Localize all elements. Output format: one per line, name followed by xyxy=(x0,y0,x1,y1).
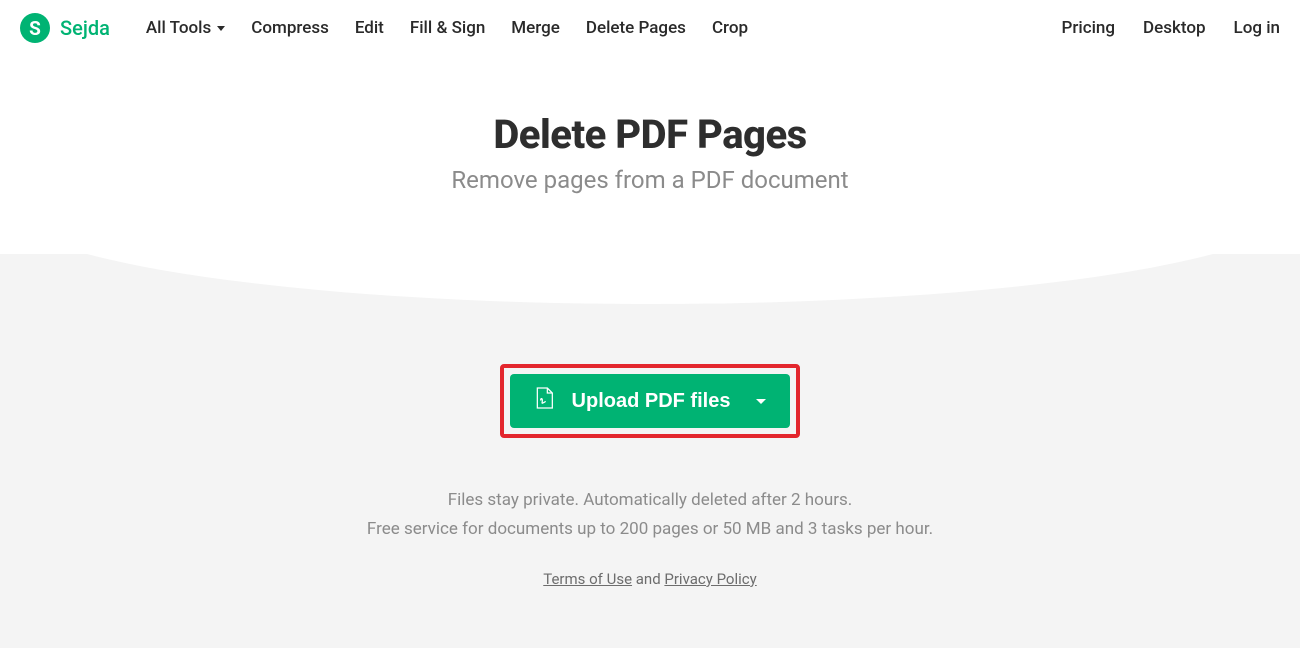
privacy-policy-link[interactable]: Privacy Policy xyxy=(664,570,756,588)
nav-pricing[interactable]: Pricing xyxy=(1062,18,1116,38)
brand-name: Sejda xyxy=(60,16,110,40)
upload-section: Upload PDF files Files stay private. Aut… xyxy=(0,254,1300,648)
top-header: S Sejda All Tools Compress Edit Fill & S… xyxy=(0,0,1300,56)
page-subtitle: Remove pages from a PDF document xyxy=(0,166,1300,194)
page-title: Delete PDF Pages xyxy=(0,111,1300,158)
nav-compress[interactable]: Compress xyxy=(251,18,329,38)
caret-down-icon xyxy=(756,399,766,404)
logo-mark-icon: S xyxy=(20,13,50,43)
nav-all-tools-label: All Tools xyxy=(146,18,211,38)
legal-links: Terms of Use and Privacy Policy xyxy=(0,570,1300,588)
nav-delete-pages[interactable]: Delete Pages xyxy=(586,18,686,38)
upload-highlight-box: Upload PDF files xyxy=(500,364,801,438)
legal-separator: and xyxy=(632,570,664,588)
nav-edit[interactable]: Edit xyxy=(355,18,384,38)
nav-desktop[interactable]: Desktop xyxy=(1143,18,1205,38)
pdf-file-icon xyxy=(534,386,554,416)
secondary-nav: Pricing Desktop Log in xyxy=(1062,18,1280,38)
terms-of-use-link[interactable]: Terms of Use xyxy=(543,570,632,588)
primary-nav: All Tools Compress Edit Fill & Sign Merg… xyxy=(146,18,748,38)
privacy-info-line1: Files stay private. Automatically delete… xyxy=(0,486,1300,515)
nav-fill-sign[interactable]: Fill & Sign xyxy=(410,18,485,38)
nav-crop[interactable]: Crop xyxy=(712,18,748,38)
upload-button-label: Upload PDF files xyxy=(572,390,731,413)
limits-info-line2: Free service for documents up to 200 pag… xyxy=(0,515,1300,544)
upload-pdf-button[interactable]: Upload PDF files xyxy=(510,374,791,428)
nav-merge[interactable]: Merge xyxy=(511,18,560,38)
brand-logo[interactable]: S Sejda xyxy=(20,13,110,43)
nav-all-tools[interactable]: All Tools xyxy=(146,18,225,38)
chevron-down-icon xyxy=(217,26,225,31)
main-content: Delete PDF Pages Remove pages from a PDF… xyxy=(0,56,1300,648)
nav-login[interactable]: Log in xyxy=(1234,18,1280,38)
